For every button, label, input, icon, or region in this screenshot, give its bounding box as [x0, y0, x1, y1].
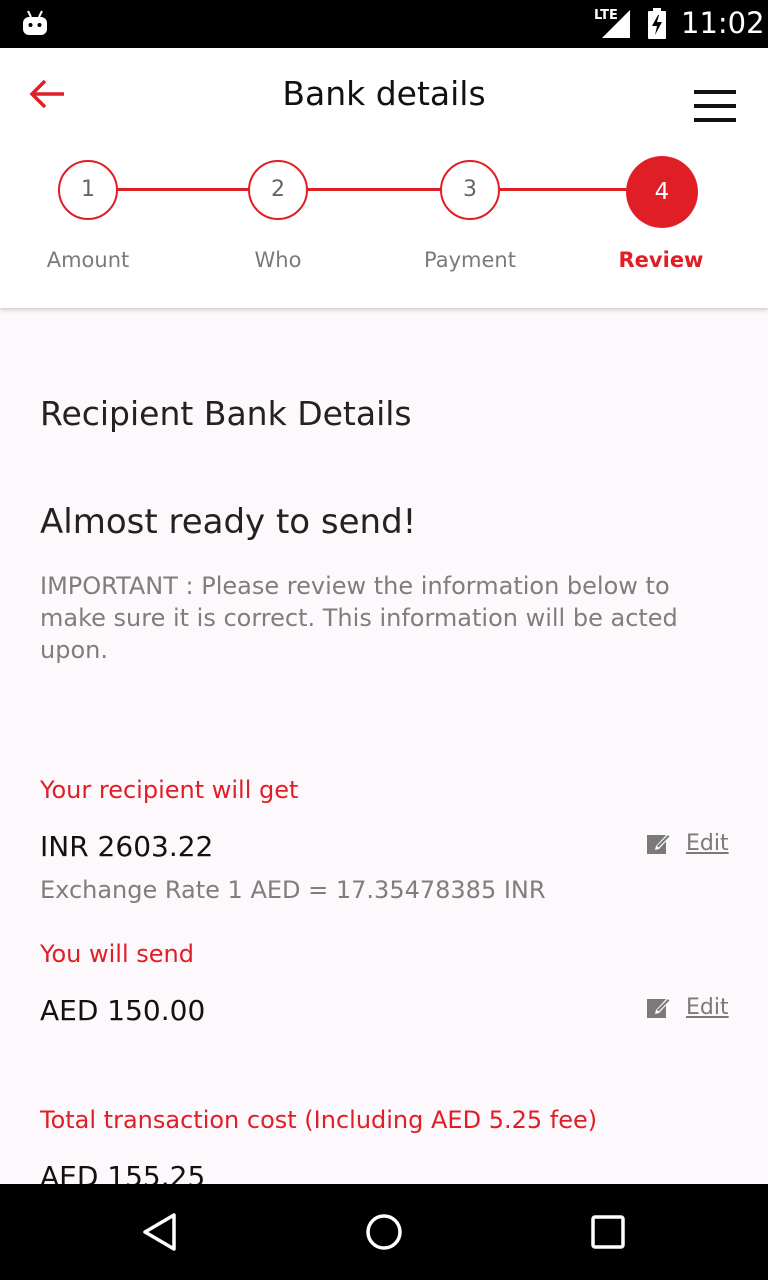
battery-charging-icon — [648, 8, 666, 39]
step-1-label: Amount — [46, 248, 130, 272]
exchange-rate: Exchange Rate 1 AED = 17.35478385 INR — [40, 876, 546, 904]
step-1-circle[interactable]: 1 — [58, 160, 118, 220]
android-icon — [23, 10, 47, 35]
send-label: You will send — [40, 940, 194, 968]
total-cost-label: Total transaction cost (Including AED 5.… — [40, 1106, 598, 1134]
edit-send-amount-link[interactable]: Edit — [646, 994, 729, 1020]
edit-link-label[interactable]: Edit — [686, 995, 729, 1020]
step-3-label: Payment — [424, 248, 516, 272]
edit-icon — [647, 833, 671, 854]
edit-icon — [647, 997, 671, 1018]
recipient-amount: INR 2603.22 — [40, 830, 214, 863]
hamburger-menu-icon[interactable] — [690, 88, 738, 124]
step-2-label: Who — [254, 248, 302, 272]
step-2-circle[interactable]: 2 — [248, 160, 308, 220]
edit-recipient-amount-link[interactable]: Edit — [646, 830, 729, 856]
clock: 11:02 — [681, 6, 765, 40]
back-triangle-icon[interactable] — [140, 1212, 180, 1252]
system-nav-bar — [0, 1184, 768, 1280]
step-3-circle[interactable]: 3 — [440, 160, 500, 220]
status-bar: LTE 11:02 — [0, 0, 768, 48]
step-4-label: Review — [618, 248, 704, 272]
recents-square-icon[interactable] — [588, 1212, 628, 1252]
send-amount: AED 150.00 — [40, 994, 206, 1027]
app-header: Bank details 1 2 3 4 Amount Who Payment … — [0, 48, 768, 308]
recipient-label: Your recipient will get — [40, 776, 299, 804]
edit-link-label[interactable]: Edit — [686, 831, 729, 856]
progress-stepper: 1 2 3 4 Amount Who Payment Review — [0, 156, 768, 286]
page-title: Bank details — [282, 74, 486, 113]
section-title: Recipient Bank Details — [40, 394, 412, 433]
step-connector — [116, 188, 250, 191]
important-notice: IMPORTANT : Please review the informatio… — [40, 572, 678, 664]
step-4-circle[interactable]: 4 — [626, 156, 698, 228]
home-circle-icon[interactable] — [364, 1212, 404, 1252]
step-connector — [496, 188, 628, 191]
step-connector — [306, 188, 442, 191]
signal-icon — [602, 10, 630, 38]
ready-heading: Almost ready to send! — [40, 502, 417, 542]
